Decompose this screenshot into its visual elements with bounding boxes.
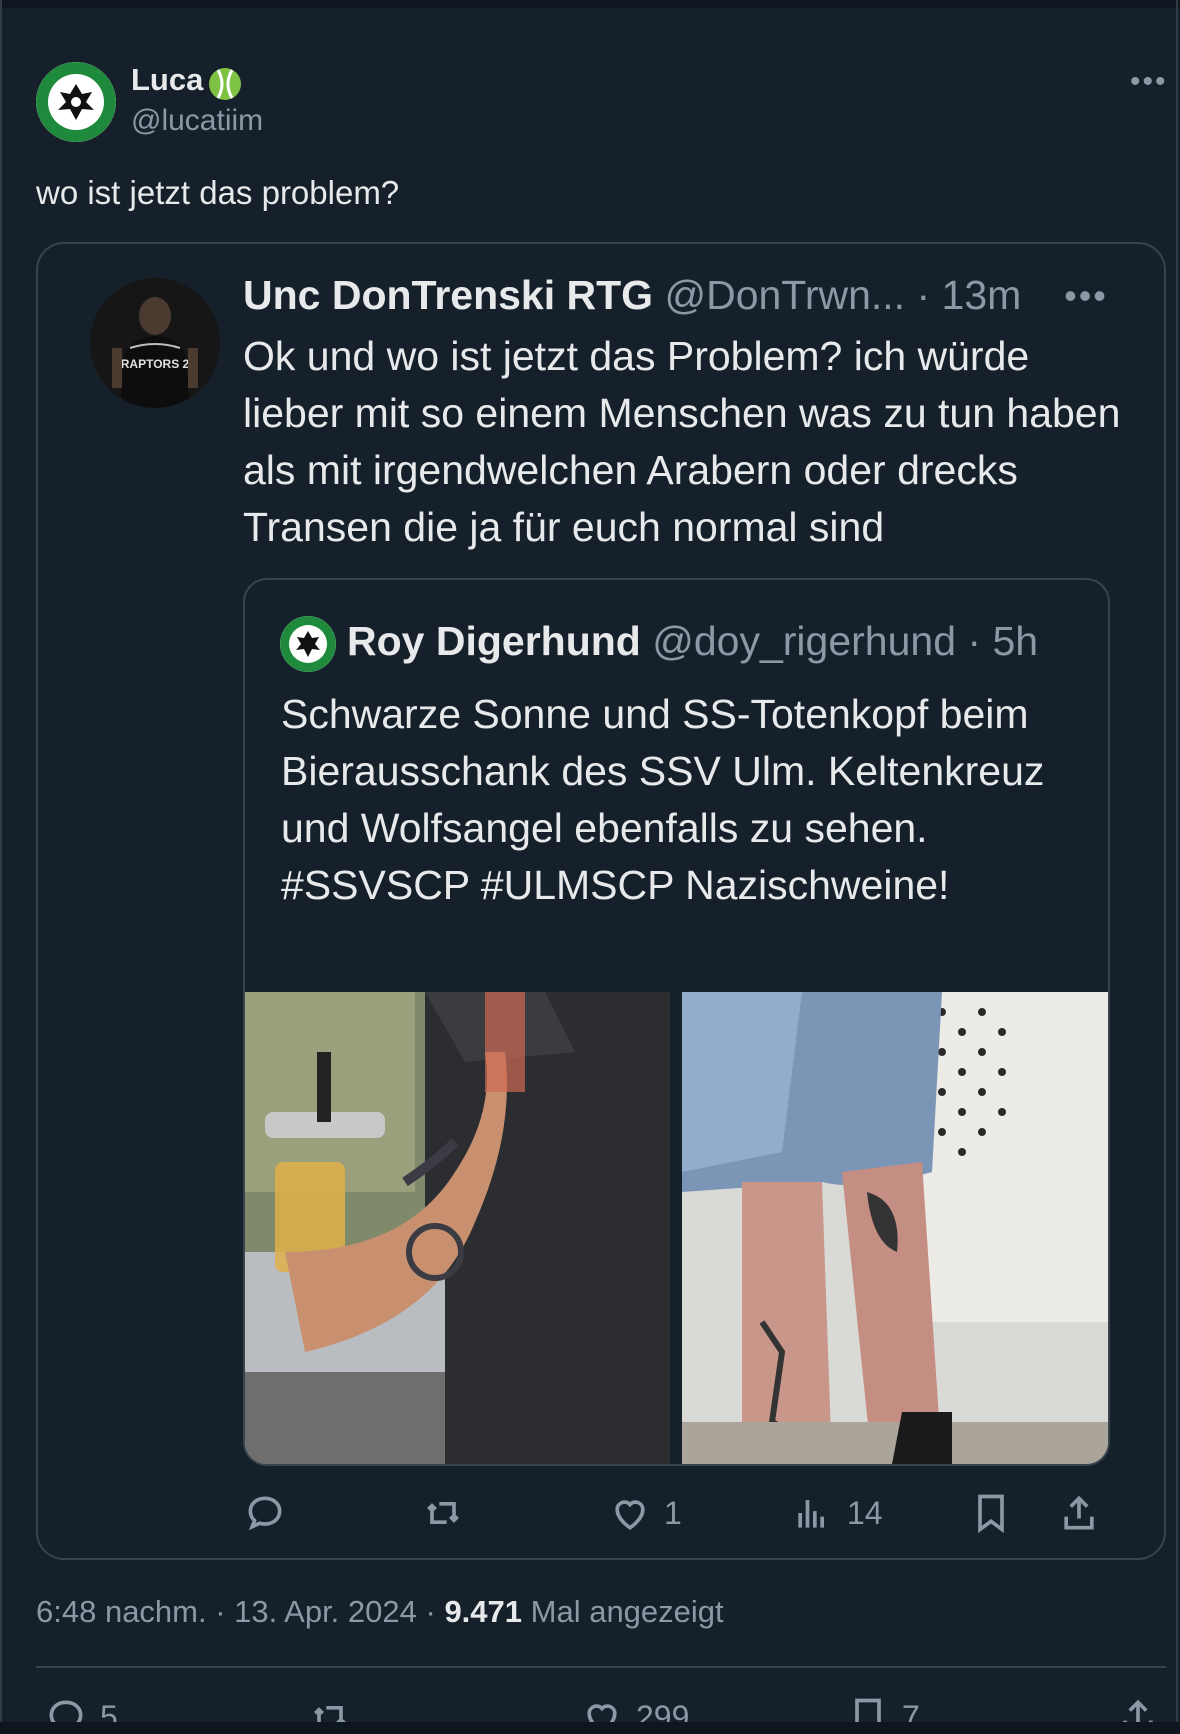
quote-author-name[interactable]: Unc DonTrenski RTG (243, 272, 653, 318)
author-name[interactable]: Luca (131, 62, 203, 98)
nested-quote-author-name[interactable]: Roy Digerhund (347, 618, 641, 664)
like-button[interactable]: 1 (608, 1488, 682, 1538)
tweet-meta: 6:48 nachm. · 13. Apr. 2024 · 9.471 Mal … (36, 1594, 724, 1630)
quote-text: Ok und wo ist jetzt das Problem? ich wür… (243, 333, 1121, 550)
quote-header: Unc DonTrenski RTG @DonTrwn... · 13m (243, 272, 1021, 319)
nested-quote-avatar[interactable] (280, 616, 336, 672)
quote-more-icon[interactable]: ••• (1064, 278, 1108, 314)
views-button[interactable]: 14 (791, 1488, 883, 1538)
photo-beer-tap-image (245, 992, 670, 1464)
tweet-views-count: 9.471 (444, 1594, 523, 1629)
tweet-timestamp[interactable]: 6:48 nachm. · 13. Apr. 2024 · (36, 1594, 436, 1629)
quote-author-handle[interactable]: @DonTrwn... (664, 272, 905, 318)
reply-icon (248, 1496, 282, 1531)
bookmark-button[interactable] (969, 1488, 1013, 1538)
club-logo-icon (280, 616, 336, 672)
nested-quote-author-handle[interactable]: @doy_rigerhund (652, 618, 956, 664)
share-icon (1064, 1495, 1094, 1530)
author-avatar[interactable] (36, 62, 116, 142)
tennis-ball-icon (209, 68, 241, 100)
author-handle[interactable]: @lucatiim (131, 104, 263, 138)
like-count: 1 (664, 1494, 682, 1531)
divider (36, 1666, 1166, 1668)
like-icon (615, 1500, 645, 1530)
bookmark-icon (978, 1494, 1004, 1534)
photo-beer-tap[interactable] (245, 992, 670, 1464)
photo-leg-tattoo[interactable] (682, 992, 1108, 1464)
retweet-icon (427, 1502, 459, 1524)
bottom-edge (0, 1722, 1180, 1734)
reply-button[interactable] (243, 1488, 299, 1538)
quote-author-avatar[interactable]: RAPTORS 2 (90, 278, 220, 408)
tweet-views-label: Mal angezeigt (530, 1594, 724, 1629)
quote-action-bar: 1 14 (243, 1488, 1110, 1538)
more-icon[interactable]: ••• (1130, 67, 1166, 97)
nested-quote-header: Roy Digerhund @doy_rigerhund · 5h (347, 618, 1038, 665)
tweet-text: wo ist jetzt das problem? (36, 174, 400, 211)
quote-time[interactable]: · 13m (916, 272, 1021, 318)
club-logo-icon (36, 62, 116, 142)
views-icon (798, 1500, 824, 1528)
photo-leg-tattoo-image (682, 992, 1108, 1464)
basketball-player-avatar: RAPTORS 2 (90, 278, 220, 408)
nested-quote-time[interactable]: · 5h (967, 618, 1038, 664)
share-button[interactable] (1057, 1488, 1101, 1538)
jersey-number: RAPTORS 2 (121, 357, 190, 371)
views-count: 14 (847, 1494, 883, 1531)
nested-quote-text: Schwarze Sonne und SS-Totenkopf beim Bie… (281, 691, 1045, 908)
retweet-button[interactable] (421, 1488, 477, 1538)
